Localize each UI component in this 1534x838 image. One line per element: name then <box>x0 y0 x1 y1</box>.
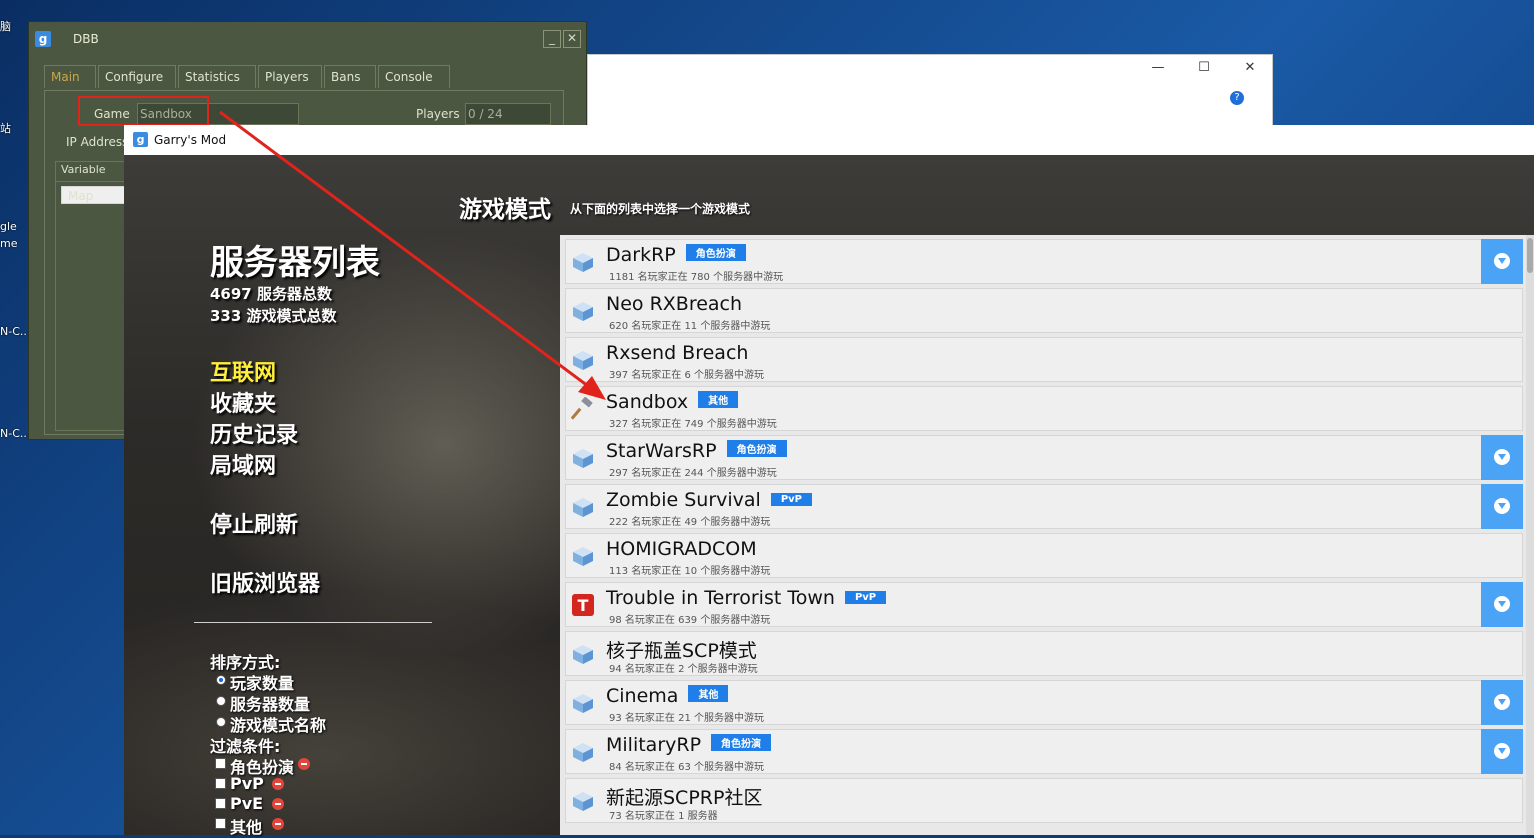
annotation-arrow <box>219 110 606 400</box>
